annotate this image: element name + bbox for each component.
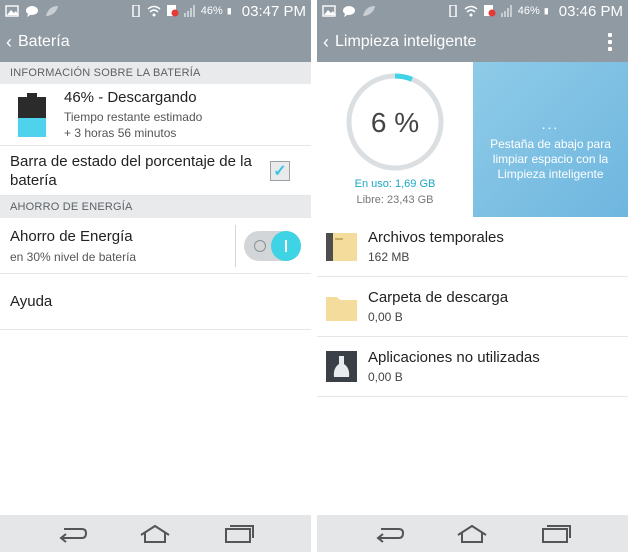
list-item-unused-apps[interactable]: Aplicaciones no utilizadas 0,00 B bbox=[317, 337, 628, 397]
item-size: 162 MB bbox=[368, 250, 410, 264]
remaining-label: Tiempo restante estimado bbox=[64, 109, 203, 124]
leaf-icon bbox=[46, 6, 58, 16]
in-use-label: En uso: 1,69 GB bbox=[354, 178, 436, 190]
home-nav-icon[interactable] bbox=[138, 523, 172, 545]
signal-icon bbox=[500, 5, 512, 17]
rotation-icon bbox=[132, 5, 140, 17]
back-nav-icon[interactable] bbox=[372, 523, 406, 545]
nav-bar bbox=[317, 515, 628, 552]
wifi-icon bbox=[464, 5, 478, 17]
cleanup-hint-panel[interactable]: ... Pestaña de abajo para limpiar espaci… bbox=[473, 62, 628, 217]
signal-icon bbox=[183, 5, 195, 17]
toggle-off-icon bbox=[254, 239, 266, 252]
battery-info-row: 46% - Descargando Tiempo restante estima… bbox=[0, 84, 311, 146]
recents-nav-icon[interactable] bbox=[539, 523, 573, 545]
no-sim-icon bbox=[166, 5, 179, 17]
power-saver-row[interactable]: Ahorro de Energía en 30% nivel de baterí… bbox=[0, 218, 311, 274]
page-title: Batería bbox=[18, 33, 70, 50]
gallery-icon bbox=[322, 5, 336, 17]
gallery-icon bbox=[5, 5, 19, 17]
page-title: Limpieza inteligente bbox=[335, 33, 477, 50]
folder-icon bbox=[326, 297, 357, 321]
status-bar: 46% 03:47 PM bbox=[0, 0, 311, 22]
battery-percent-text: 46% bbox=[517, 5, 540, 17]
status-bar-percentage-checkbox[interactable]: ✓ bbox=[270, 160, 290, 181]
back-icon[interactable]: ‹ bbox=[2, 32, 16, 53]
status-bar: 46% 03:46 PM bbox=[317, 0, 628, 22]
nav-bar bbox=[0, 515, 311, 552]
free-label: Libre: 23,43 GB bbox=[356, 194, 434, 206]
hint-dots: ... bbox=[541, 116, 560, 132]
power-saver-title: Ahorro de Energía bbox=[10, 228, 133, 245]
overflow-menu-icon[interactable] bbox=[598, 33, 622, 51]
battery-percent-text: 46% bbox=[200, 5, 223, 17]
section-header-battery-info: INFORMACIÓN SOBRE LA BATERÍA bbox=[0, 62, 311, 84]
help-label: Ayuda bbox=[10, 293, 53, 310]
no-sim-icon bbox=[483, 5, 496, 17]
item-name: Carpeta de descarga bbox=[368, 289, 509, 306]
remaining-value: + 3 horas 56 minutos bbox=[64, 125, 177, 140]
wifi-icon bbox=[147, 5, 161, 17]
item-size: 0,00 B bbox=[368, 310, 403, 324]
home-nav-icon[interactable] bbox=[455, 523, 489, 545]
list-item-temp-files[interactable]: Archivos temporales 162 MB bbox=[317, 217, 628, 277]
recents-nav-icon[interactable] bbox=[222, 523, 256, 545]
power-saver-subtitle: en 30% nivel de batería bbox=[10, 250, 137, 264]
power-saver-toggle[interactable] bbox=[244, 230, 301, 261]
help-row[interactable]: Ayuda bbox=[0, 274, 311, 330]
cleanup-hint: Pestaña de abajo para limpiar espacio co… bbox=[490, 137, 611, 181]
battery-status: 46% - Descargando bbox=[64, 88, 197, 106]
battery-icon bbox=[18, 92, 46, 137]
message-icon bbox=[26, 6, 38, 17]
battery-status-icon bbox=[544, 8, 548, 15]
cleanup-screen: 46% 03:46 PM ‹ Limpieza inteligente 6 % … bbox=[317, 0, 628, 552]
section-header-power-saving: AHORRO DE ENERGÍA bbox=[0, 196, 311, 218]
status-bar-percentage-label: Barra de estado del porcentaje de la bat… bbox=[10, 152, 252, 189]
usage-percent: 6 % bbox=[370, 107, 420, 138]
item-size: 0,00 B bbox=[368, 370, 403, 384]
battery-status-icon bbox=[227, 8, 231, 15]
app-bar: ‹ Batería bbox=[0, 22, 311, 62]
toggle-knob bbox=[271, 230, 301, 261]
storage-gauge: 6 % En uso: 1,69 GB Libre: 23,43 GB bbox=[317, 62, 473, 217]
list-item-download-folder[interactable]: Carpeta de descarga 0,00 B bbox=[317, 277, 628, 337]
clock: 03:47 PM bbox=[241, 2, 306, 20]
message-icon bbox=[343, 6, 355, 17]
clock: 03:46 PM bbox=[558, 2, 623, 20]
battery-screen: 46% 03:47 PM ‹ Batería INFORMACIÓN SOBRE… bbox=[0, 0, 311, 552]
status-bar-percentage-row[interactable]: Barra de estado del porcentaje de la bat… bbox=[0, 146, 311, 196]
back-icon[interactable]: ‹ bbox=[319, 32, 333, 53]
item-name: Archivos temporales bbox=[368, 229, 504, 246]
leaf-icon bbox=[363, 6, 375, 16]
item-name: Aplicaciones no utilizadas bbox=[368, 349, 540, 366]
back-nav-icon[interactable] bbox=[55, 523, 89, 545]
unused-apps-icon bbox=[326, 351, 357, 382]
archive-folder-icon bbox=[326, 233, 357, 261]
rotation-icon bbox=[449, 5, 457, 17]
app-bar: ‹ Limpieza inteligente bbox=[317, 22, 628, 62]
